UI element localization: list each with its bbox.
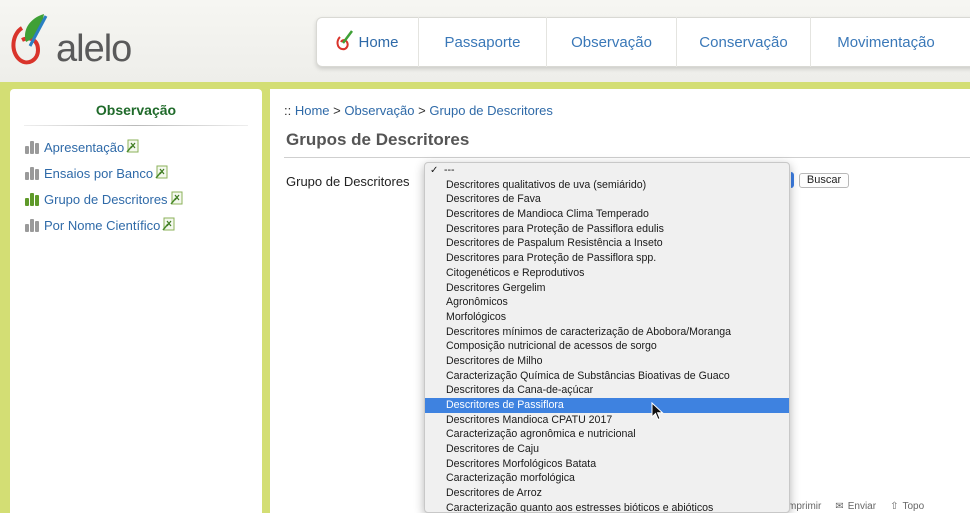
spreadsheet-icon[interactable] <box>169 191 184 208</box>
sidebar-divider <box>24 125 248 126</box>
dropdown-option[interactable]: Descritores de Milho <box>425 354 789 369</box>
imprimir-link[interactable]: mprimir <box>788 501 821 512</box>
mouse-pointer-icon <box>651 401 665 422</box>
enviar-link[interactable]: ✉ Enviar <box>835 501 876 512</box>
spreadsheet-icon[interactable] <box>162 217 176 234</box>
nav-movimentacao[interactable]: Movimentação <box>811 17 961 67</box>
dropdown-option[interactable]: Caracterização morfológica <box>425 471 789 486</box>
checkmark-icon: ✓ <box>430 165 439 176</box>
dropdown-option[interactable]: Descritores Morfológicos Batata <box>425 457 789 472</box>
main-nav: Home Passaporte Observação Conservação M… <box>316 17 970 67</box>
grupo-descritores-dropdown[interactable]: ✓ --- Descritores qualitativos de uva (se… <box>424 162 790 513</box>
dropdown-option[interactable]: Caracterização agronômica e nutricional <box>425 427 789 442</box>
option-label: --- <box>444 164 455 176</box>
sidebar-item-grupo-descritores[interactable]: Grupo de Descritores <box>25 191 184 208</box>
buscar-button[interactable]: Buscar <box>799 173 849 188</box>
dropdown-option[interactable]: ✓ --- <box>425 163 789 178</box>
imprimir-label: mprimir <box>788 501 822 512</box>
dropdown-option[interactable]: Descritores mínimos de caracterização de… <box>425 325 789 340</box>
dropdown-option[interactable]: Caracterização Química de Substâncias Bi… <box>425 369 789 384</box>
logo-text: alelo <box>56 28 132 70</box>
envelope-icon: ✉ <box>835 501 844 512</box>
nav-conservacao[interactable]: Conservação <box>677 17 811 67</box>
nav-home-label: Home <box>358 33 399 51</box>
dropdown-option[interactable]: Descritores Mandioca CPATU 2017 <box>425 413 789 428</box>
spreadsheet-icon[interactable] <box>126 139 140 156</box>
dropdown-option[interactable]: Composição nutricional de acessos de sor… <box>425 339 789 354</box>
bar-chart-icon <box>25 167 39 180</box>
dropdown-option[interactable]: Descritores para Proteção de Passiflora … <box>425 222 789 237</box>
breadcrumb: :: Home > Observação > Grupo de Descrito… <box>284 103 553 118</box>
nav-passaporte[interactable]: Passaporte <box>419 17 547 67</box>
sidebar-title: Observação <box>95 102 177 118</box>
nav-observacao[interactable]: Observação <box>547 17 677 67</box>
title-divider <box>284 157 970 158</box>
grupo-descritores-label: Grupo de Descritores <box>286 174 410 189</box>
footer-links: mprimir ✉ Enviar ⇧ Topo <box>788 501 924 512</box>
breadcrumb-separator: > <box>418 103 426 118</box>
spreadsheet-icon[interactable] <box>155 165 169 182</box>
dropdown-option[interactable]: Descritores de Caju <box>425 442 789 457</box>
topo-label: Topo <box>902 501 925 512</box>
sidebar: Observação Apresentação Ensaios por Banc… <box>10 89 262 513</box>
dropdown-option[interactable]: Descritores de Paspalum Resistência a In… <box>425 236 789 251</box>
dropdown-option[interactable]: Descritores de Mandioca Clima Temperado <box>425 207 789 222</box>
sidebar-item-label: Ensaios por Banco <box>44 166 154 181</box>
dropdown-option[interactable]: Descritores de Arroz <box>425 486 789 501</box>
breadcrumb-prefix: :: <box>284 103 292 118</box>
dropdown-option[interactable]: Descritores qualitativos de uva (semiári… <box>425 178 789 193</box>
alelo-logo[interactable]: alelo <box>8 10 132 70</box>
alelo-mini-icon <box>336 29 354 55</box>
bar-chart-icon <box>25 141 39 154</box>
nav-home[interactable]: Home <box>317 17 419 67</box>
header: alelo Home Passaporte Observação Conserv… <box>0 0 970 82</box>
breadcrumb-home-link[interactable]: Home <box>295 103 330 118</box>
page-title: Grupos de Descritores <box>286 130 470 149</box>
topo-link[interactable]: ⇧ Topo <box>890 501 924 512</box>
grupo-descritores-select-edge[interactable] <box>790 172 794 188</box>
sidebar-item-ensaios[interactable]: Ensaios por Banco <box>25 165 169 182</box>
dropdown-option[interactable]: Descritores de Fava <box>425 192 789 207</box>
sidebar-item-label: Apresentação <box>44 140 125 155</box>
dropdown-option[interactable]: Descritores da Cana-de-açúcar <box>425 383 789 398</box>
page-frame: alelo Home Passaporte Observação Conserv… <box>0 0 970 513</box>
bar-chart-icon <box>25 193 39 206</box>
arrow-up-icon: ⇧ <box>890 501 899 512</box>
breadcrumb-separator: > <box>333 103 341 118</box>
dropdown-option-highlighted[interactable]: Descritores de Passiflora <box>425 398 789 413</box>
dropdown-option[interactable]: Agronômicos <box>425 295 789 310</box>
dropdown-option[interactable]: Morfológicos <box>425 310 789 325</box>
sidebar-item-apresentacao[interactable]: Apresentação <box>25 139 140 156</box>
leaf-logo-icon <box>11 14 48 65</box>
dropdown-option[interactable]: Citogenéticos e Reprodutivos <box>425 266 789 281</box>
breadcrumb-current-link[interactable]: Grupo de Descritores <box>429 103 553 118</box>
breadcrumb-section-link[interactable]: Observação <box>344 103 414 118</box>
dropdown-option[interactable]: Descritores Gergelim <box>425 281 789 296</box>
dropdown-option[interactable]: Descritores para Proteção de Passiflora … <box>425 251 789 266</box>
sidebar-item-label: Por Nome Científico <box>44 218 161 233</box>
sidebar-item-label: Grupo de Descritores <box>44 192 168 207</box>
dropdown-option[interactable]: Caracterização quanto aos estresses biót… <box>425 501 789 512</box>
bar-chart-icon <box>25 219 39 232</box>
sidebar-item-nome-cientifico[interactable]: Por Nome Científico <box>25 217 176 234</box>
enviar-label: Enviar <box>847 501 877 512</box>
